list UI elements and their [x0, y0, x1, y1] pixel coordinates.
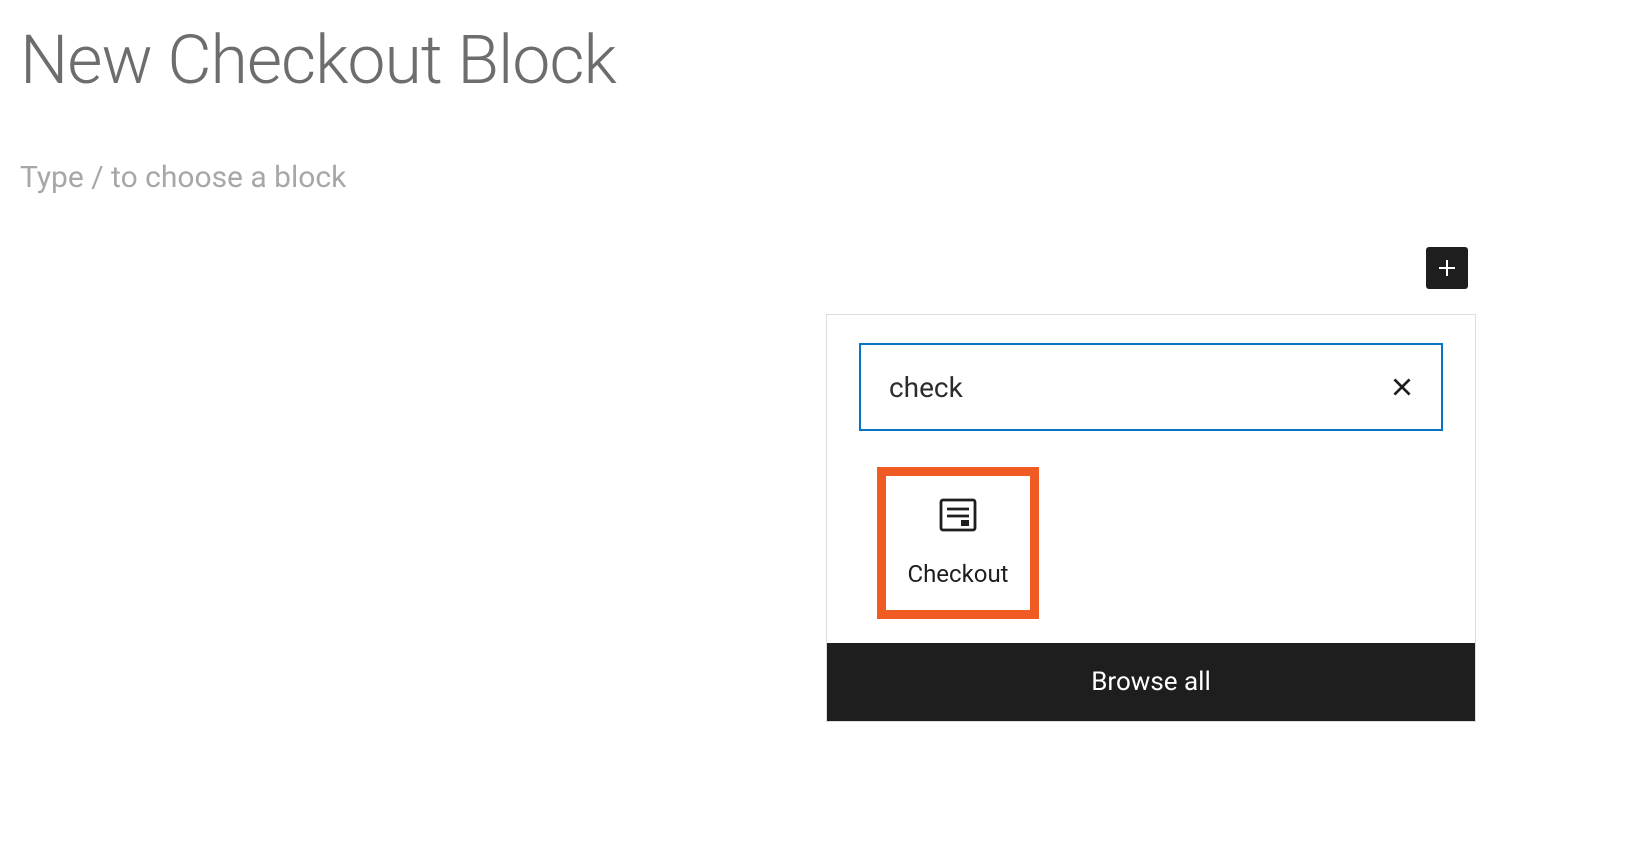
browse-all-button[interactable]: Browse all	[827, 643, 1475, 721]
block-placeholder-text[interactable]: Type / to choose a block	[20, 160, 1628, 195]
block-results: Checkout	[859, 467, 1443, 619]
page-title: New Checkout Block	[20, 20, 1628, 100]
block-inserter-panel: Checkout Browse all	[826, 314, 1476, 722]
close-icon	[1389, 374, 1415, 400]
plus-icon	[1435, 256, 1459, 280]
block-search-input[interactable]	[859, 343, 1443, 431]
clear-search-button[interactable]	[1385, 370, 1419, 404]
inserter-body: Checkout	[827, 315, 1475, 643]
add-block-button[interactable]	[1426, 247, 1468, 289]
checkout-icon	[939, 498, 977, 532]
block-tile-label: Checkout	[907, 560, 1008, 588]
block-tile-checkout[interactable]: Checkout	[877, 467, 1039, 619]
search-input-wrapper	[859, 343, 1443, 431]
